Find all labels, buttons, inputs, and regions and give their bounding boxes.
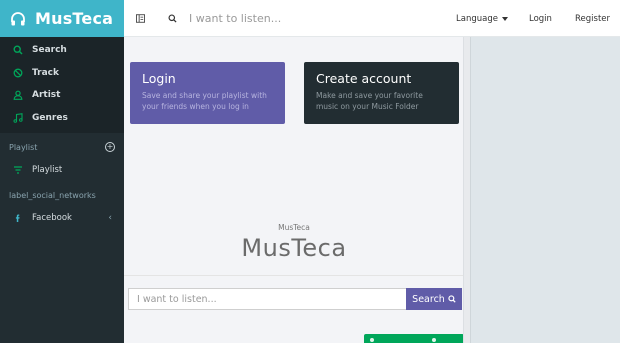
ban-icon [13,68,23,78]
dot-icon [432,338,436,342]
brand-title: MusTeca [35,9,114,28]
social-section-label: label_social_networks [9,190,96,200]
login-card[interactable]: Login Save and share your playlist with … [130,62,285,124]
divider [124,275,470,276]
playlist-section-label: Playlist [9,142,38,152]
language-label: Language [456,13,498,24]
sidebar-item-artist[interactable]: Artist [0,84,124,107]
sidebar-item-label: Genres [32,112,68,123]
sidebar-item-facebook[interactable]: Facebook ‹ [0,207,124,229]
sidebar-item-playlist[interactable]: Playlist [0,159,124,181]
sidebar-item-label: Facebook [32,213,72,223]
create-account-card[interactable]: Create account Make and save your favori… [304,62,459,124]
create-account-card-description: Make and save your favorite music on you… [316,91,423,111]
sidebar-item-track[interactable]: Track [0,62,124,85]
sidebar-toggle-icon[interactable] [136,13,152,23]
hero-small-title: MusTeca [278,223,310,232]
top-header: Language Login Register [124,0,620,37]
sidebar-item-label: Artist [32,90,61,101]
sidebar-item-search[interactable]: Search [0,39,124,62]
playlist-section-header: Playlist + [0,135,124,159]
language-dropdown[interactable]: Language [456,0,508,37]
sidebar-item-genres[interactable]: Genres [0,107,124,130]
facebook-icon [13,213,23,223]
brand-bar[interactable]: MusTeca [0,0,124,37]
header-search-input[interactable] [189,11,389,25]
user-icon [13,90,23,101]
chevron-left-icon: ‹ [108,213,112,223]
filter-list-icon [13,165,23,175]
green-action-button[interactable] [364,334,464,343]
register-link[interactable]: Register [575,0,610,37]
search-icon [448,295,456,303]
search-icon [13,45,23,55]
create-account-card-title: Create account [316,71,412,86]
facebook-item-content: Facebook [13,213,72,223]
main-content: Login Save and share your playlist with … [124,37,470,343]
sidebar: MusTeca Search Track Artist Genres Playl… [0,0,124,343]
login-card-description: Save and share your playlist with your f… [142,91,267,111]
main-search-input[interactable] [128,288,407,310]
search-button-label: Search [412,293,445,305]
caret-down-icon [501,16,508,21]
scrollbar[interactable] [463,37,470,343]
sidebar-item-label: Search [32,45,67,56]
main-nav: Search Track Artist Genres [0,37,124,133]
search-button[interactable]: Search [406,288,462,310]
login-link[interactable]: Login [529,0,552,37]
login-card-title: Login [142,71,176,86]
search-icon [168,13,180,23]
hero-title: MusTeca [241,234,347,262]
music-note-icon [13,112,23,123]
sidebar-item-label: Playlist [32,165,63,175]
social-section-header: label_social_networks [0,183,124,207]
sidebar-item-label: Track [32,67,59,78]
right-panel [470,37,620,343]
headphones-icon [10,11,26,27]
add-playlist-icon[interactable]: + [105,142,115,152]
dot-icon [370,338,374,342]
